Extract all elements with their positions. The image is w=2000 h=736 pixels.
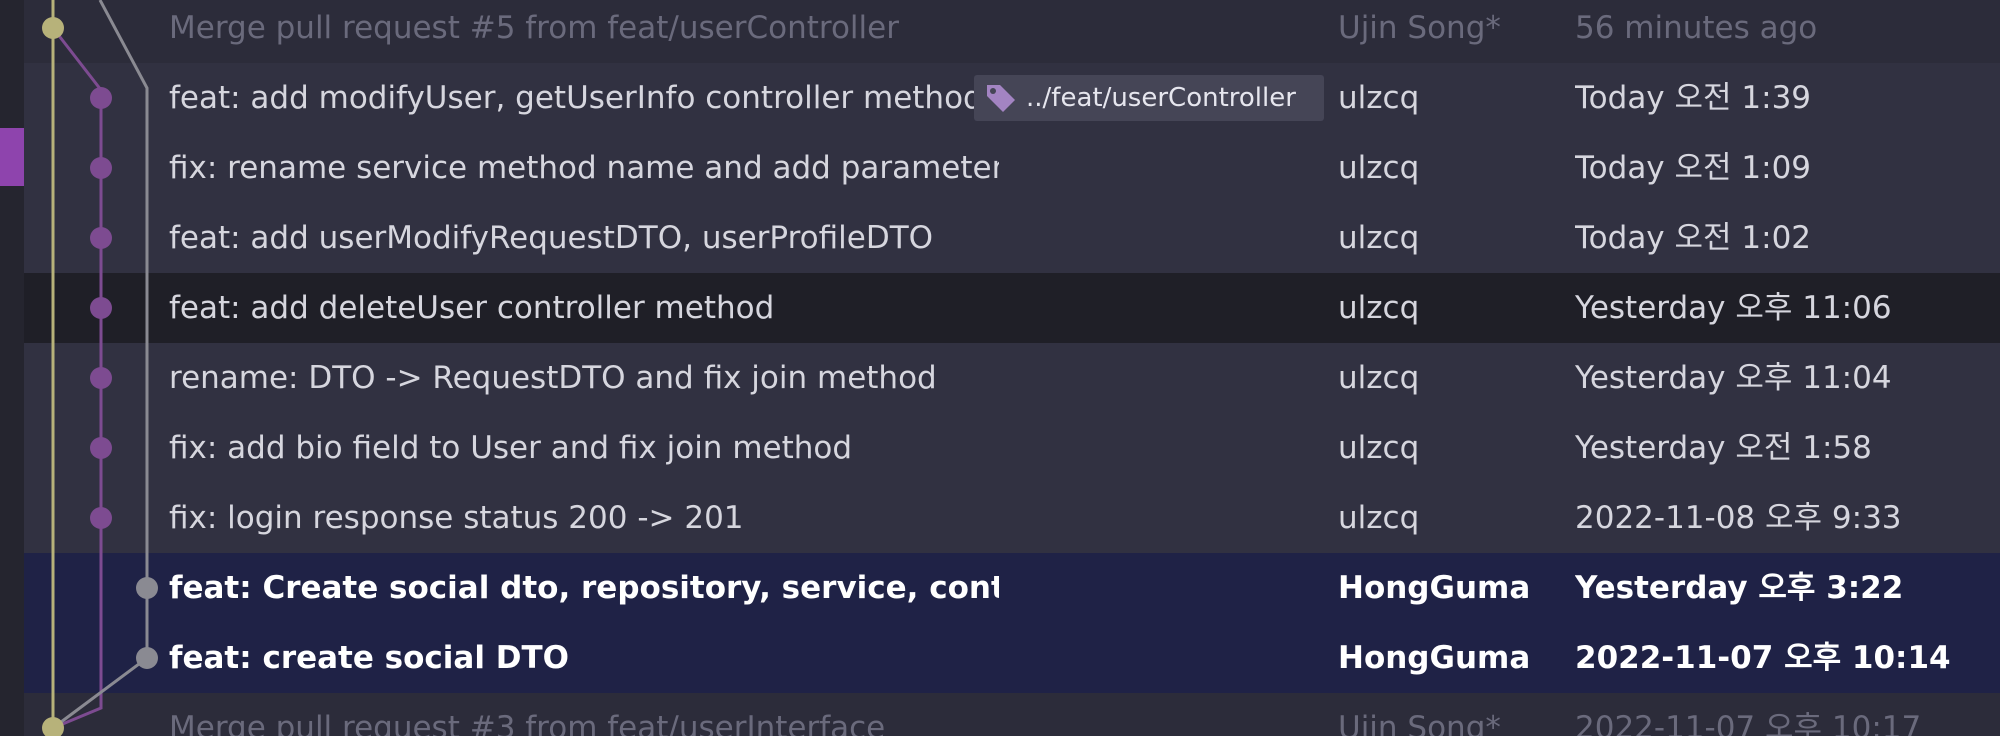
commit-message: feat: add userModifyRequestDTO, userProf… [169,220,934,256]
commit-date: Today 오전 1:39 [1575,80,1812,116]
commit-date: 2022-11-07 오후 10:14 [1575,640,1951,676]
commit-message: feat: Create social dto, repository, ser… [169,570,999,606]
commit-row[interactable]: Merge pull request #3 from feat/userInte… [24,693,2000,736]
commit-author: Ujin Song* [1338,710,1501,736]
commit-graph [42,0,158,736]
commit-message: fix: login response status 200 -> 201 [169,500,744,536]
commit-message: fix: add bio field to User and fix join … [169,430,853,466]
commit-date: Yesterday 오전 1:58 [1575,430,1872,466]
commit-row[interactable]: feat: add modifyUser, getUserInfo contro… [24,63,2000,133]
tag-icon [987,85,1015,112]
commit-date: 2022-11-08 오후 9:33 [1575,500,1902,536]
commit-node[interactable] [42,17,64,39]
commit-message: feat: add deleteUser controller method [169,290,775,326]
commit-date: Yesterday 오후 11:04 [1575,360,1892,396]
commit-row[interactable]: feat: create social DTO HongGuma 2022-11… [24,623,2000,693]
commit-node[interactable] [90,227,112,249]
commit-node[interactable] [90,297,112,319]
commit-node[interactable] [136,647,158,669]
commit-date: Yesterday 오후 11:06 [1575,290,1892,326]
commit-author: ulzcq [1338,150,1420,186]
commit-node[interactable] [42,717,64,736]
commit-node[interactable] [90,507,112,529]
commit-author: ulzcq [1338,430,1420,466]
commit-message: fix: rename service method name and add … [169,150,999,186]
commit-author: ulzcq [1338,80,1420,116]
commit-author: ulzcq [1338,360,1420,396]
commit-message: feat: add modifyUser, getUserInfo contro… [169,80,983,116]
commit-row[interactable]: rename: DTO -> RequestDTO and fix join m… [24,343,2000,413]
commit-row[interactable]: fix: add bio field to User and fix join … [24,413,2000,483]
commit-list: Merge pull request #5 from feat/userCont… [24,0,2000,736]
commit-message: Merge pull request #3 from feat/userInte… [169,710,886,736]
commit-row[interactable]: Merge pull request #5 from feat/userCont… [24,0,2000,63]
branch-tag[interactable]: ../feat/userController [974,75,1324,121]
commit-row[interactable]: fix: login response status 200 -> 201 ul… [24,483,2000,553]
commit-node[interactable] [136,577,158,599]
commit-date: 56 minutes ago [1575,10,1818,46]
commit-node[interactable] [90,367,112,389]
commit-node[interactable] [90,437,112,459]
commit-message: Merge pull request #5 from feat/userCont… [169,10,899,46]
commit-date: Today 오전 1:02 [1575,220,1812,256]
commit-node[interactable] [90,87,112,109]
commit-message: feat: create social DTO [169,640,570,676]
commit-author: HongGuma [1338,640,1531,676]
commit-node[interactable] [90,157,112,179]
commit-history-view: Merge pull request #5 from feat/userCont… [0,0,2000,736]
branch-tag-label: ../feat/userController [1026,83,1296,113]
commit-date: 2022-11-07 오후 10:17 [1575,710,1922,736]
commit-author: HongGuma [1338,570,1531,606]
commit-date: Yesterday 오후 3:22 [1575,570,1904,606]
commit-row[interactable]: feat: add deleteUser controller method u… [24,273,2000,343]
commit-author: ulzcq [1338,220,1420,256]
commit-author: ulzcq [1338,290,1420,326]
commit-date: Today 오전 1:09 [1575,150,1812,186]
commit-author: Ujin Song* [1338,10,1501,46]
commit-message: rename: DTO -> RequestDTO and fix join m… [169,360,937,396]
commit-row[interactable]: feat: add userModifyRequestDTO, userProf… [24,203,2000,273]
commit-row[interactable]: feat: Create social dto, repository, ser… [24,553,2000,623]
commit-author: ulzcq [1338,500,1420,536]
commit-row[interactable]: fix: rename service method name and add … [24,133,2000,203]
